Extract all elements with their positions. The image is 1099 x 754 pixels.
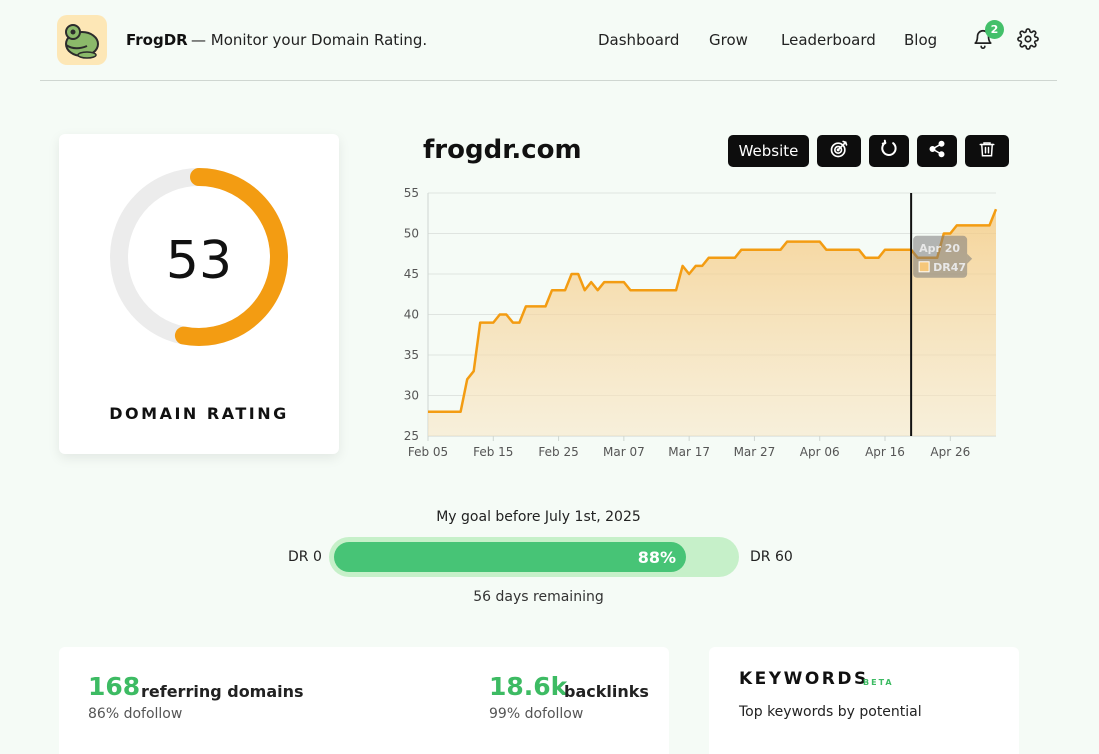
delete-button[interactable] bbox=[965, 135, 1009, 167]
keywords-subtitle: Top keywords by potential bbox=[739, 704, 922, 720]
website-button-label: Website bbox=[738, 142, 799, 160]
y-tick-label: 40 bbox=[404, 308, 419, 322]
gear-icon[interactable] bbox=[1017, 28, 1039, 50]
trash-icon bbox=[978, 140, 996, 162]
domain-rating-card: 53 DOMAIN RATING bbox=[59, 134, 339, 454]
target-icon bbox=[829, 139, 849, 163]
y-tick-label: 35 bbox=[404, 348, 419, 362]
chart-tooltip: Apr 20 DR47 bbox=[913, 235, 973, 278]
links-card: 168 referring domains 86% dofollow 18.6k… bbox=[59, 647, 669, 754]
goal-days-remaining: 56 days remaining bbox=[473, 589, 604, 605]
nav-leaderboard[interactable]: Leaderboard bbox=[781, 31, 876, 49]
nav-grow[interactable]: Grow bbox=[709, 31, 748, 49]
goal-min-label: DR 0 bbox=[288, 549, 322, 565]
x-tick-label: Feb 05 bbox=[408, 445, 448, 459]
y-tick-label: 45 bbox=[404, 267, 419, 281]
site-title: frogdr.com bbox=[423, 135, 582, 165]
x-tick-label: Mar 07 bbox=[603, 445, 645, 459]
x-tick-label: Feb 25 bbox=[538, 445, 578, 459]
nav-dashboard[interactable]: Dashboard bbox=[598, 31, 679, 49]
referring-domains-dofollow: 86% dofollow bbox=[88, 706, 183, 722]
y-tick-label: 55 bbox=[404, 186, 419, 200]
x-tick-label: Apr 06 bbox=[800, 445, 840, 459]
x-tick-label: Mar 17 bbox=[668, 445, 710, 459]
backlinks-count: 18.6k bbox=[489, 672, 568, 701]
refresh-icon bbox=[879, 139, 899, 163]
nav-blog[interactable]: Blog bbox=[904, 31, 937, 49]
backlinks-dofollow: 99% dofollow bbox=[489, 706, 584, 722]
backlinks-label: backlinks bbox=[564, 682, 649, 701]
referring-domains-count: 168 bbox=[88, 672, 141, 701]
domain-rating-chart[interactable]: 55 50 45 40 35 30 25 Feb 05 Feb 15 Feb 25 Mar 07 Ma… bbox=[395, 182, 1005, 464]
goal-title: My goal before July 1st, 2025 bbox=[436, 509, 641, 525]
share-button[interactable] bbox=[917, 135, 957, 167]
goal-progress-fill: 88% bbox=[334, 542, 686, 572]
x-tick-label: Mar 27 bbox=[734, 445, 776, 459]
x-tick-label: Feb 15 bbox=[473, 445, 513, 459]
keywords-card: KEYWORDS BETA Top keywords by potential bbox=[709, 647, 1019, 754]
goal-button[interactable] bbox=[817, 135, 861, 167]
keywords-title: KEYWORDS bbox=[739, 669, 869, 689]
referring-domains-label: referring domains bbox=[141, 682, 304, 701]
tooltip-value: DR47 bbox=[933, 261, 966, 274]
brand-name[interactable]: FrogDR bbox=[126, 31, 188, 49]
website-button[interactable]: Website bbox=[728, 135, 809, 167]
y-tick-label: 30 bbox=[404, 389, 419, 403]
tooltip-date: Apr 20 bbox=[919, 242, 960, 255]
goal-progress-percent: 88% bbox=[637, 548, 676, 567]
frog-logo[interactable] bbox=[57, 15, 107, 65]
domain-rating-label: DOMAIN RATING bbox=[109, 404, 289, 423]
share-icon bbox=[928, 140, 946, 162]
x-tick-label: Apr 26 bbox=[930, 445, 970, 459]
x-tick-label: Apr 16 bbox=[865, 445, 905, 459]
goal-progress-bar: 88% bbox=[329, 537, 739, 577]
notification-badge[interactable]: 2 bbox=[985, 20, 1004, 39]
refresh-button[interactable] bbox=[869, 135, 909, 167]
y-tick-label: 25 bbox=[404, 429, 419, 443]
tooltip-swatch bbox=[918, 261, 930, 273]
top-header: FrogDR — Monitor your Domain Rating. Das… bbox=[40, 0, 1057, 81]
beta-badge: BETA bbox=[863, 678, 894, 687]
tagline: — Monitor your Domain Rating. bbox=[191, 31, 428, 49]
goal-max-label: DR 60 bbox=[750, 549, 793, 565]
y-tick-label: 50 bbox=[404, 227, 419, 241]
domain-rating-value: 53 bbox=[165, 231, 233, 291]
